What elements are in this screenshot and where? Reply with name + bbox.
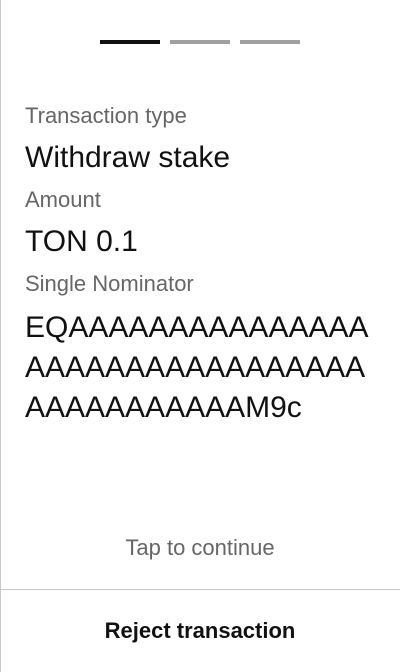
amount-value: TON 0.1 bbox=[25, 225, 138, 258]
nominator-label: Single Nominator bbox=[25, 271, 194, 296]
progress-step-3 bbox=[240, 40, 300, 44]
transaction-type-label: Transaction type bbox=[25, 103, 187, 128]
step-progress-indicator bbox=[100, 40, 300, 44]
tap-to-continue-hint[interactable]: Tap to continue bbox=[0, 532, 400, 564]
amount-label: Amount bbox=[25, 187, 101, 212]
transaction-details: Transaction type Withdraw stake Amount T… bbox=[25, 100, 380, 428]
nominator-address: EQAAAAAAAAAAAAAAAAAAAAAAAAAAAAAAAAAAAAAA… bbox=[25, 311, 369, 424]
reject-transaction-button[interactable]: Reject transaction bbox=[0, 590, 400, 672]
transaction-type-value: Withdraw stake bbox=[25, 141, 231, 174]
left-edge-divider bbox=[0, 0, 1, 672]
progress-step-2 bbox=[170, 40, 230, 44]
progress-step-1 bbox=[100, 40, 160, 44]
